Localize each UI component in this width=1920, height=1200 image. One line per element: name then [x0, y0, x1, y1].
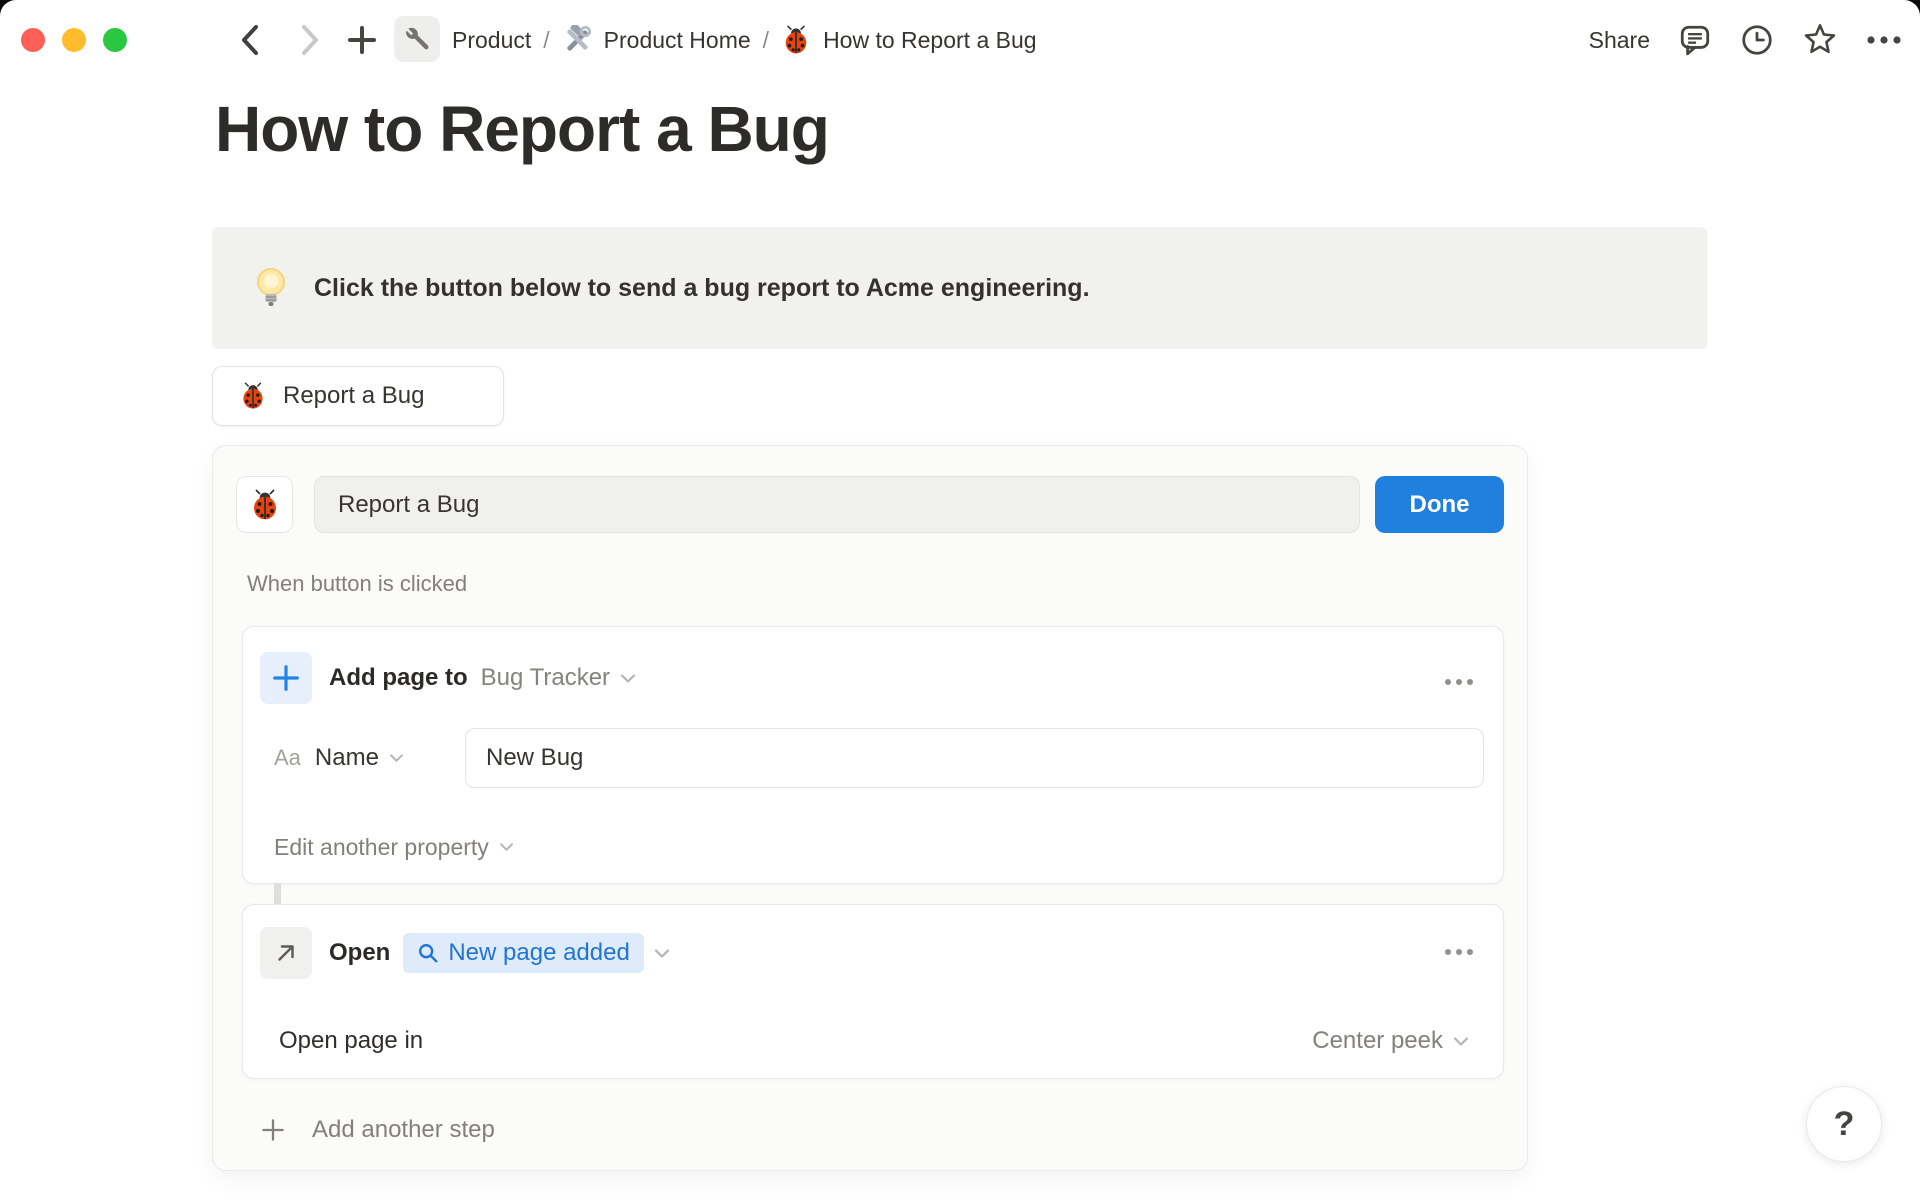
- clock-icon: [1742, 25, 1772, 55]
- more-icon: [1456, 949, 1462, 955]
- sidebar-toggle-button[interactable]: [170, 24, 210, 56]
- favorite-button[interactable]: [1802, 22, 1838, 58]
- help-button[interactable]: ?: [1806, 1086, 1882, 1162]
- breadcrumb-separator: /: [762, 26, 770, 53]
- button-editor-panel: Done When button is clicked Add page to …: [212, 445, 1528, 1171]
- add-page-step-icon: [260, 652, 312, 704]
- chevron-right-icon: [302, 25, 318, 55]
- report-a-bug-button[interactable]: Report a Bug: [212, 366, 504, 426]
- step2-action-label: Open: [329, 939, 391, 966]
- ellipsis-icon: [1867, 36, 1901, 44]
- add-another-step-button[interactable]: Add another step: [259, 1107, 495, 1153]
- step-card-open-page: Open New page added Open page in Center …: [242, 904, 1504, 1079]
- report-a-bug-button-label: Report a Bug: [283, 382, 425, 409]
- step-connector: [274, 883, 281, 905]
- lightbulb-icon: [257, 268, 285, 306]
- back-button[interactable]: [232, 22, 268, 58]
- ladybug-icon: [785, 25, 807, 54]
- window-controls: [21, 28, 127, 52]
- button-icon-picker[interactable]: [236, 476, 293, 533]
- button-name-input[interactable]: [314, 476, 1360, 533]
- step1-action-label: Add page to: [329, 664, 468, 691]
- open-page-in-label: Open page in: [279, 1027, 424, 1054]
- property-name[interactable]: Name: [315, 744, 379, 772]
- updates-button[interactable]: [1740, 23, 1774, 57]
- chevron-down-icon: [499, 842, 514, 852]
- breadcrumb: Product / Product Home / How to Report a: [452, 0, 1037, 80]
- ladybug-icon: [253, 488, 276, 519]
- breadcrumb-product-home[interactable]: Product Home: [604, 27, 751, 54]
- more-icon: [1467, 949, 1473, 955]
- more-icon: [1456, 679, 1462, 685]
- step2-target-label: New page added: [448, 939, 630, 966]
- search-icon: [419, 944, 438, 963]
- workspace-icon-button[interactable]: [394, 16, 440, 62]
- hammer-wrench-icon: [566, 25, 591, 51]
- new-tab-button[interactable]: [344, 22, 380, 58]
- breadcrumb-separator: /: [543, 26, 550, 53]
- zoom-window-icon[interactable]: [103, 28, 127, 52]
- comment-icon: [1680, 25, 1710, 56]
- add-another-step-label: Add another step: [312, 1116, 495, 1143]
- plus-icon: [273, 665, 299, 691]
- more-icon: [1445, 949, 1451, 955]
- minimize-window-icon[interactable]: [62, 28, 86, 52]
- chevron-left-icon: [242, 25, 258, 55]
- breadcrumb-product[interactable]: Product: [452, 27, 531, 54]
- callout-block: Click the button below to send a bug rep…: [212, 227, 1707, 349]
- notion-window: Product / Product Home / How to Report a: [0, 0, 1920, 1200]
- share-button[interactable]: Share: [1589, 27, 1650, 54]
- comments-button[interactable]: [1678, 23, 1712, 57]
- arrow-up-right-icon: [278, 945, 294, 961]
- breadcrumb-current-page[interactable]: How to Report a Bug: [823, 27, 1037, 54]
- plus-icon: [262, 1119, 284, 1141]
- plus-icon: [348, 26, 376, 54]
- step2-more-button[interactable]: [1445, 949, 1473, 955]
- more-icon: [1445, 679, 1451, 685]
- step1-more-button[interactable]: [1445, 679, 1473, 685]
- close-window-icon[interactable]: [21, 28, 45, 52]
- callout-text: Click the button below to send a bug rep…: [314, 273, 1090, 302]
- wrench-icon: [406, 27, 429, 50]
- property-value-input[interactable]: [465, 728, 1484, 788]
- more-icon: [1467, 679, 1473, 685]
- step-card-add-page: Add page to Bug Tracker Aa Name Edit ano…: [242, 626, 1504, 884]
- open-step-icon: [260, 927, 312, 979]
- chevron-down-icon[interactable]: [654, 948, 670, 959]
- forward-button[interactable]: [292, 22, 328, 58]
- open-target-pill[interactable]: New page added: [403, 933, 644, 973]
- chevron-down-icon[interactable]: [620, 673, 636, 684]
- page-title: How to Report a Bug: [215, 93, 830, 165]
- chevron-down-icon[interactable]: [389, 753, 404, 763]
- step1-target-database[interactable]: Bug Tracker: [481, 664, 610, 692]
- edit-another-property-label: Edit another property: [274, 833, 489, 860]
- more-button[interactable]: [1866, 35, 1902, 45]
- chevron-down-icon: [1453, 1036, 1469, 1047]
- open-page-in-select[interactable]: Center peek: [1312, 1027, 1469, 1055]
- open-page-in-value: Center peek: [1312, 1027, 1443, 1054]
- ladybug-icon: [243, 382, 263, 409]
- trigger-label: When button is clicked: [247, 571, 468, 596]
- titlebar: Product / Product Home / How to Report a: [0, 0, 1920, 80]
- titlebar-actions: Share: [1589, 0, 1902, 80]
- edit-another-property-button[interactable]: Edit another property: [274, 825, 514, 869]
- star-icon: [1804, 24, 1836, 54]
- text-property-type-icon: Aa: [274, 745, 301, 770]
- done-button[interactable]: Done: [1375, 476, 1504, 533]
